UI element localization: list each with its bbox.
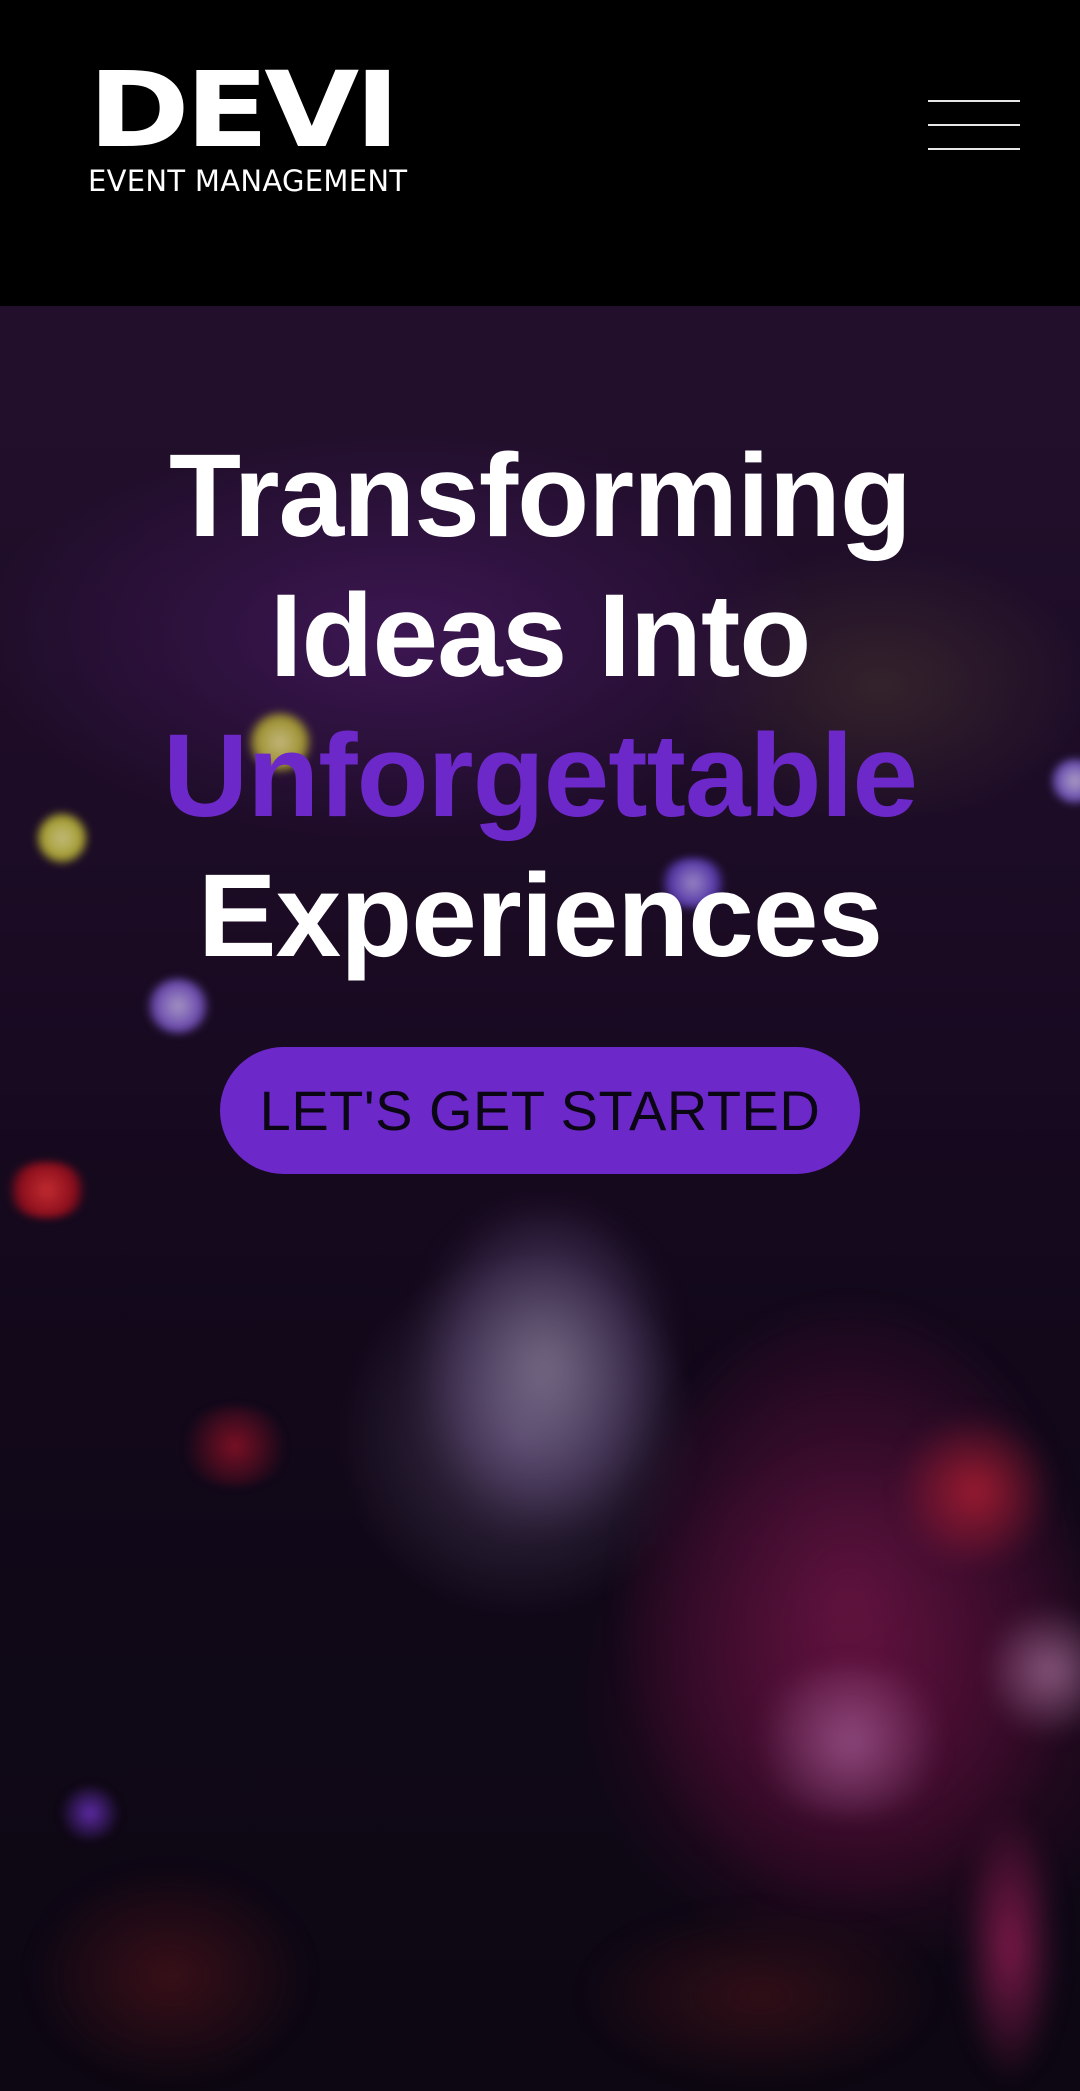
menu-line bbox=[928, 148, 1020, 150]
headline-line: Experiences bbox=[197, 850, 883, 982]
headline-line: Ideas Into bbox=[269, 570, 812, 702]
menu-line bbox=[928, 124, 1020, 126]
brand-logo[interactable]: DEVI EVENT MANAGEMENT bbox=[88, 58, 418, 198]
hamburger-menu-icon[interactable] bbox=[928, 92, 1020, 156]
hero-section: Transforming Ideas Into Unforgettable Ex… bbox=[0, 306, 1080, 2091]
menu-line bbox=[928, 100, 1020, 102]
headline-accent: Unforgettable bbox=[163, 710, 918, 842]
get-started-button[interactable]: LET'S GET STARTED bbox=[220, 1047, 860, 1174]
hero-headline: Transforming Ideas Into Unforgettable Ex… bbox=[0, 426, 1080, 986]
site-header: DEVI EVENT MANAGEMENT bbox=[0, 0, 1080, 306]
logo-wordmark: DEVI bbox=[88, 49, 400, 171]
headline-line: Transforming bbox=[169, 430, 912, 562]
